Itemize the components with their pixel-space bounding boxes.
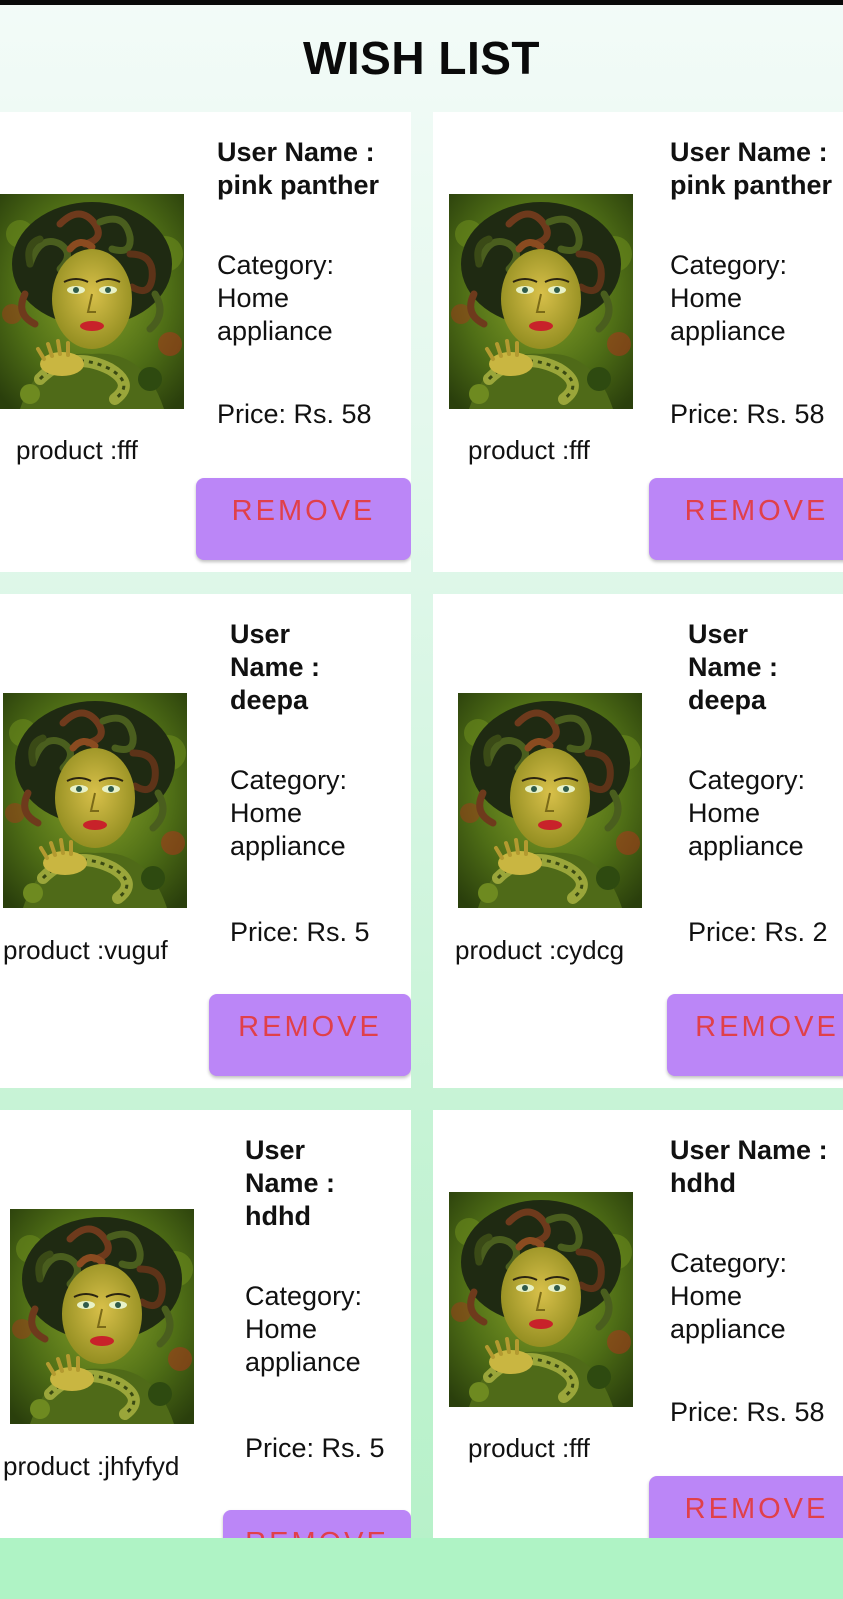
wishlist-card: product :jhfyfyd User Name : hdhd Catego… xyxy=(0,1110,411,1540)
item-info: User Name : deepa Category: Home applian… xyxy=(688,618,805,863)
wishlist-card: product :fff User Name : pink panther Ca… xyxy=(0,112,411,572)
price: Price: Rs. 58 xyxy=(670,399,825,429)
category: Category: Home appliance xyxy=(230,765,348,861)
user-name: User Name : hdhd xyxy=(670,1135,828,1198)
price: Price: Rs. 58 xyxy=(217,399,372,429)
category: Category: Home appliance xyxy=(217,250,335,346)
bottom-bar xyxy=(0,1538,843,1599)
remove-button[interactable]: REMOVE xyxy=(649,478,843,560)
page-title: WISH LIST xyxy=(302,32,541,84)
product-name: product :fff xyxy=(468,1433,590,1463)
category: Category: Home appliance xyxy=(670,1248,788,1344)
category: Category: Home appliance xyxy=(688,765,806,861)
price: Price: Rs. 5 xyxy=(230,917,370,947)
wishlist-card: product :cydcg User Name : deepa Categor… xyxy=(433,594,843,1088)
remove-button[interactable]: REMOVE xyxy=(223,1510,411,1540)
user-name: User Name : pink panther xyxy=(670,137,833,200)
price: Price: Rs. 2 xyxy=(688,917,828,947)
remove-button[interactable]: REMOVE xyxy=(667,994,843,1076)
product-image xyxy=(3,693,187,908)
wishlist-card: product :fff User Name : hdhd Category: … xyxy=(433,1110,843,1540)
price: Price: Rs. 5 xyxy=(245,1433,385,1463)
item-info: User Name : hdhd Category: Home applianc… xyxy=(245,1134,362,1379)
product-name: product :vuguf xyxy=(3,935,168,965)
product-image xyxy=(449,194,633,409)
product-name: product :fff xyxy=(16,435,138,465)
product-image xyxy=(449,1192,633,1407)
remove-button[interactable]: REMOVE xyxy=(649,1476,843,1540)
item-info: User Name : hdhd Category: Home applianc… xyxy=(670,1134,842,1346)
item-info: User Name : pink panther Category: Home … xyxy=(217,136,407,348)
product-image xyxy=(458,693,642,908)
item-info: User Name : deepa Category: Home applian… xyxy=(230,618,347,863)
product-image xyxy=(10,1209,194,1424)
product-image xyxy=(0,194,184,409)
user-name: User Name : hdhd xyxy=(245,1135,336,1231)
product-name: product :cydcg xyxy=(455,935,625,965)
status-bar xyxy=(0,0,843,5)
user-name: User Name : deepa xyxy=(688,619,779,715)
category: Category: Home appliance xyxy=(245,1281,363,1377)
remove-button[interactable]: REMOVE xyxy=(209,994,411,1076)
product-name: product :fff xyxy=(468,435,590,465)
wishlist-card: product :fff User Name : pink panther Ca… xyxy=(433,112,843,572)
remove-button[interactable]: REMOVE xyxy=(196,478,411,560)
user-name: User Name : deepa xyxy=(230,619,321,715)
user-name: User Name : pink panther xyxy=(217,137,380,200)
product-name: product :jhfyfyd xyxy=(3,1451,180,1481)
item-info: User Name : pink panther Category: Home … xyxy=(670,136,842,348)
price: Price: Rs. 58 xyxy=(670,1397,825,1427)
category: Category: Home appliance xyxy=(670,250,788,346)
wishlist-card: product :vuguf User Name : deepa Categor… xyxy=(0,594,411,1088)
